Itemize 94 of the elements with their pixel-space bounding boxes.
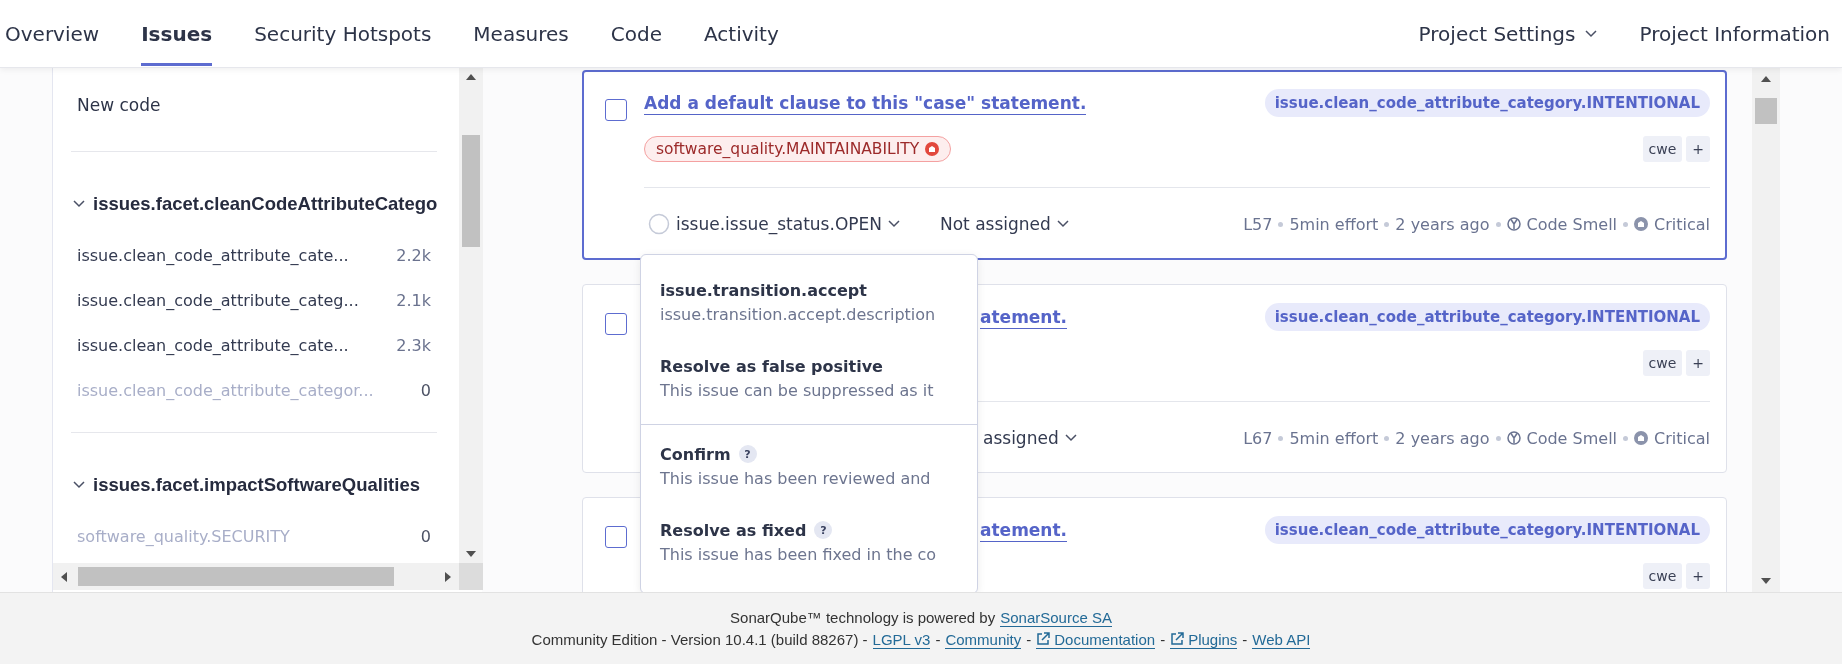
age-text: 2 years ago xyxy=(1395,428,1490,448)
line-number: L67 xyxy=(1243,428,1273,448)
footer-link[interactable]: LGPL v3 xyxy=(872,630,931,649)
effort-text: 5min effort xyxy=(1289,428,1379,448)
chevron-down-icon xyxy=(1056,220,1069,228)
attribute-tag: issue.clean_code_attribute_category.INTENTIONAL xyxy=(1264,303,1710,331)
add-tag-button[interactable]: + xyxy=(1686,350,1710,376)
add-tag-button[interactable]: + xyxy=(1686,136,1710,162)
nav-tab[interactable]: Activity xyxy=(704,0,779,66)
scrollbar-thumb[interactable] xyxy=(1755,98,1777,124)
facet-item[interactable]: issue.clean_code_attribute_cate... 2.3k xyxy=(77,327,437,363)
footer-text: - xyxy=(1242,631,1248,648)
chevron-down-icon xyxy=(73,481,85,489)
footer-link[interactable]: Community xyxy=(945,630,1022,649)
issue-title-link[interactable]: atement. xyxy=(980,518,1068,542)
scroll-up-icon[interactable] xyxy=(1761,74,1771,84)
checkbox[interactable] xyxy=(605,526,627,548)
facet-header[interactable]: issues.facet.cleanCodeAttributeCatego xyxy=(73,189,437,219)
menu-item-description: This issue has been fixed in the co xyxy=(660,545,938,566)
chevron-down-icon xyxy=(1064,434,1077,442)
menu-item-title: Confirm xyxy=(660,444,731,464)
menu-item-description: This issue can be suppressed as it xyxy=(660,381,935,402)
quality-tag[interactable]: software_quality.MAINTAINABILITY xyxy=(644,136,952,162)
scroll-down-icon[interactable] xyxy=(466,549,476,559)
status-circle-icon xyxy=(648,213,670,235)
footer-text: - xyxy=(935,631,941,648)
scroll-left-icon[interactable] xyxy=(59,571,69,582)
status-dropdown[interactable]: issue.issue_status.OPEN xyxy=(644,213,900,235)
external-link-icon xyxy=(1036,632,1051,646)
severity-text: Critical xyxy=(1654,214,1710,234)
scrollbar[interactable] xyxy=(1752,68,1780,592)
scroll-down-icon[interactable] xyxy=(1761,576,1771,586)
facet-item[interactable]: issue.clean_code_attribute_cate... 2.2k xyxy=(77,237,437,273)
code-smell-icon xyxy=(1506,431,1521,445)
severity-icon xyxy=(925,142,940,156)
facet-option[interactable]: New code xyxy=(77,95,437,117)
severity-icon xyxy=(1634,217,1649,231)
tag[interactable]: cwe xyxy=(1642,136,1683,162)
code-smell-icon xyxy=(1506,217,1521,231)
checkbox[interactable] xyxy=(605,313,627,335)
scrollbar[interactable] xyxy=(53,563,459,590)
menu-item[interactable]: Resolve as fixed ? This issue has been fixed in the co xyxy=(641,518,977,588)
footer-text: - xyxy=(1160,631,1166,648)
footer-text: - xyxy=(1026,631,1032,648)
chevron-down-icon xyxy=(73,200,85,208)
facet-title: issues.facet.cleanCodeAttributeCatego xyxy=(93,193,438,215)
assignee-dropdown[interactable]: assigned xyxy=(983,428,1077,448)
scrollbar[interactable] xyxy=(459,68,483,563)
add-tag-button[interactable]: + xyxy=(1686,563,1710,589)
footer-link[interactable]: Plugins xyxy=(1170,630,1238,649)
facet-title: issues.facet.impactSoftwareQualities xyxy=(93,474,420,496)
help-icon[interactable]: ? xyxy=(738,445,757,463)
issue-type-text: Code Smell xyxy=(1526,428,1618,448)
footer-link[interactable]: Documentation xyxy=(1036,630,1156,649)
issue-title-link[interactable]: Add a default clause to this "case" statement. xyxy=(644,91,1087,115)
severity-icon xyxy=(1634,431,1649,445)
nav-tab[interactable]: Overview xyxy=(5,0,100,66)
nav-link[interactable]: Project Information xyxy=(1639,0,1830,67)
scroll-right-icon[interactable] xyxy=(443,571,453,582)
severity-text: Critical xyxy=(1654,428,1710,448)
nav-tab[interactable]: Security Hotspots xyxy=(254,0,432,66)
menu-item[interactable]: Resolve as false positive This issue can be suppressed as it xyxy=(641,354,977,424)
footer-link[interactable]: Web API xyxy=(1252,630,1311,649)
help-icon[interactable]: ? xyxy=(814,521,833,539)
nav-tab[interactable]: Code xyxy=(610,0,662,66)
assignee-dropdown[interactable]: Not assigned xyxy=(940,214,1069,234)
issue-type-text: Code Smell xyxy=(1526,214,1618,234)
menu-item-title: Resolve as false positive xyxy=(660,356,883,376)
chevron-down-icon xyxy=(888,220,900,228)
line-number: L57 xyxy=(1243,214,1273,234)
external-link-icon xyxy=(1170,632,1185,646)
footer-text: Community Edition - Version 10.4.1 (build 88267) - xyxy=(531,631,868,648)
menu-item-description: issue.transition.accept.description xyxy=(660,305,937,326)
effort-text: 5min effort xyxy=(1289,214,1379,234)
footer-link[interactable]: SonarSource SA xyxy=(1000,608,1112,627)
scrollbar-thumb[interactable] xyxy=(78,567,394,586)
menu-item[interactable]: Confirm ? This issue has been reviewed and xyxy=(641,424,977,512)
checkbox[interactable] xyxy=(605,99,627,121)
attribute-tag: issue.clean_code_attribute_category.INTENTIONAL xyxy=(1264,89,1710,117)
age-text: 2 years ago xyxy=(1395,214,1490,234)
tag[interactable]: cwe xyxy=(1642,563,1683,589)
attribute-tag: issue.clean_code_attribute_category.INTENTIONAL xyxy=(1264,516,1710,544)
scrollbar-corner xyxy=(459,563,483,590)
facet-header[interactable]: issues.facet.impactSoftwareQualities xyxy=(73,470,437,500)
footer-text: SonarQube™ technology is powered by xyxy=(730,609,996,626)
issue-title-link[interactable]: atement. xyxy=(980,305,1068,329)
nav-tab[interactable]: Measures xyxy=(473,0,569,66)
chevron-down-icon xyxy=(1585,29,1598,38)
tag[interactable]: cwe xyxy=(1642,350,1683,376)
facet-item[interactable]: issue.clean_code_attribute_categ... 2.1k xyxy=(77,282,437,318)
scrollbar-thumb[interactable] xyxy=(462,135,480,247)
scroll-up-icon[interactable] xyxy=(466,72,476,82)
menu-item-title: Resolve as fixed xyxy=(660,520,807,540)
menu-link[interactable]: Project Settings xyxy=(1418,0,1598,67)
